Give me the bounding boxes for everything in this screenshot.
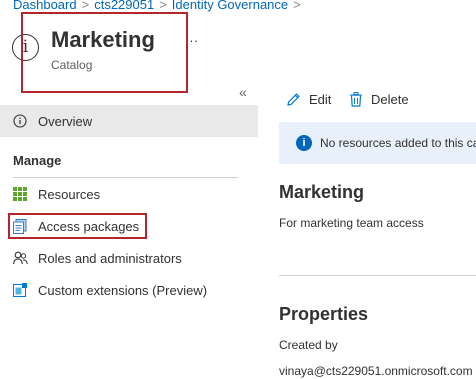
breadcrumb-dashboard[interactable]: Dashboard <box>13 0 77 12</box>
sidebar-item-roles-and-administrators[interactable]: Roles and administrators <box>0 242 258 274</box>
banner-text: No resources added to this catalog <box>320 136 476 150</box>
manage-section-heading: Manage <box>13 153 62 168</box>
breadcrumb-separator: > <box>81 0 90 12</box>
edit-button[interactable]: Edit <box>286 89 331 109</box>
collapse-sidebar-icon[interactable]: « <box>239 84 247 100</box>
breadcrumb-separator: > <box>293 0 301 12</box>
created-by-value: vinaya@cts229051.onmicrosoft.com <box>279 364 473 378</box>
edit-label: Edit <box>309 91 332 107</box>
people-icon <box>12 250 28 266</box>
trash-icon <box>350 91 362 107</box>
sidebar-item-overview[interactable]: Overview <box>0 105 258 137</box>
delete-button[interactable]: Delete <box>349 89 409 109</box>
catalog-description: For marketing team access <box>279 216 424 230</box>
grid-icon <box>12 186 28 202</box>
extension-icon <box>12 282 28 298</box>
breadcrumb-tenant[interactable]: cts229051 <box>94 0 154 12</box>
breadcrumb-identity-governance[interactable]: Identity Governance <box>172 0 288 12</box>
header-highlight-box <box>21 12 188 93</box>
breadcrumb: Dashboard > cts229051 > Identity Governance > <box>13 0 306 12</box>
properties-heading: Properties <box>279 304 369 324</box>
sidebar-item-label: Overview <box>38 113 93 129</box>
sidebar-item-custom-extensions[interactable]: Custom extensions (Preview) <box>0 274 258 306</box>
sidebar-item-label: Roles and administrators <box>38 250 182 266</box>
sidebar-item-resources[interactable]: Resources <box>0 178 258 210</box>
content-divider <box>279 275 476 276</box>
info-icon <box>12 113 28 129</box>
sidebar-item-label: Custom extensions (Preview) <box>38 282 208 298</box>
created-by-label: Created by <box>279 338 338 352</box>
breadcrumb-separator: > <box>159 0 167 12</box>
access-packages-highlight-box <box>8 213 147 239</box>
info-icon: i <box>296 135 312 151</box>
delete-label: Delete <box>371 91 409 107</box>
pencil-icon <box>287 93 300 106</box>
info-banner: i No resources added to this catalog <box>279 122 476 164</box>
sidebar-item-label: Resources <box>38 186 101 202</box>
catalog-name-heading: Marketing <box>279 182 365 202</box>
